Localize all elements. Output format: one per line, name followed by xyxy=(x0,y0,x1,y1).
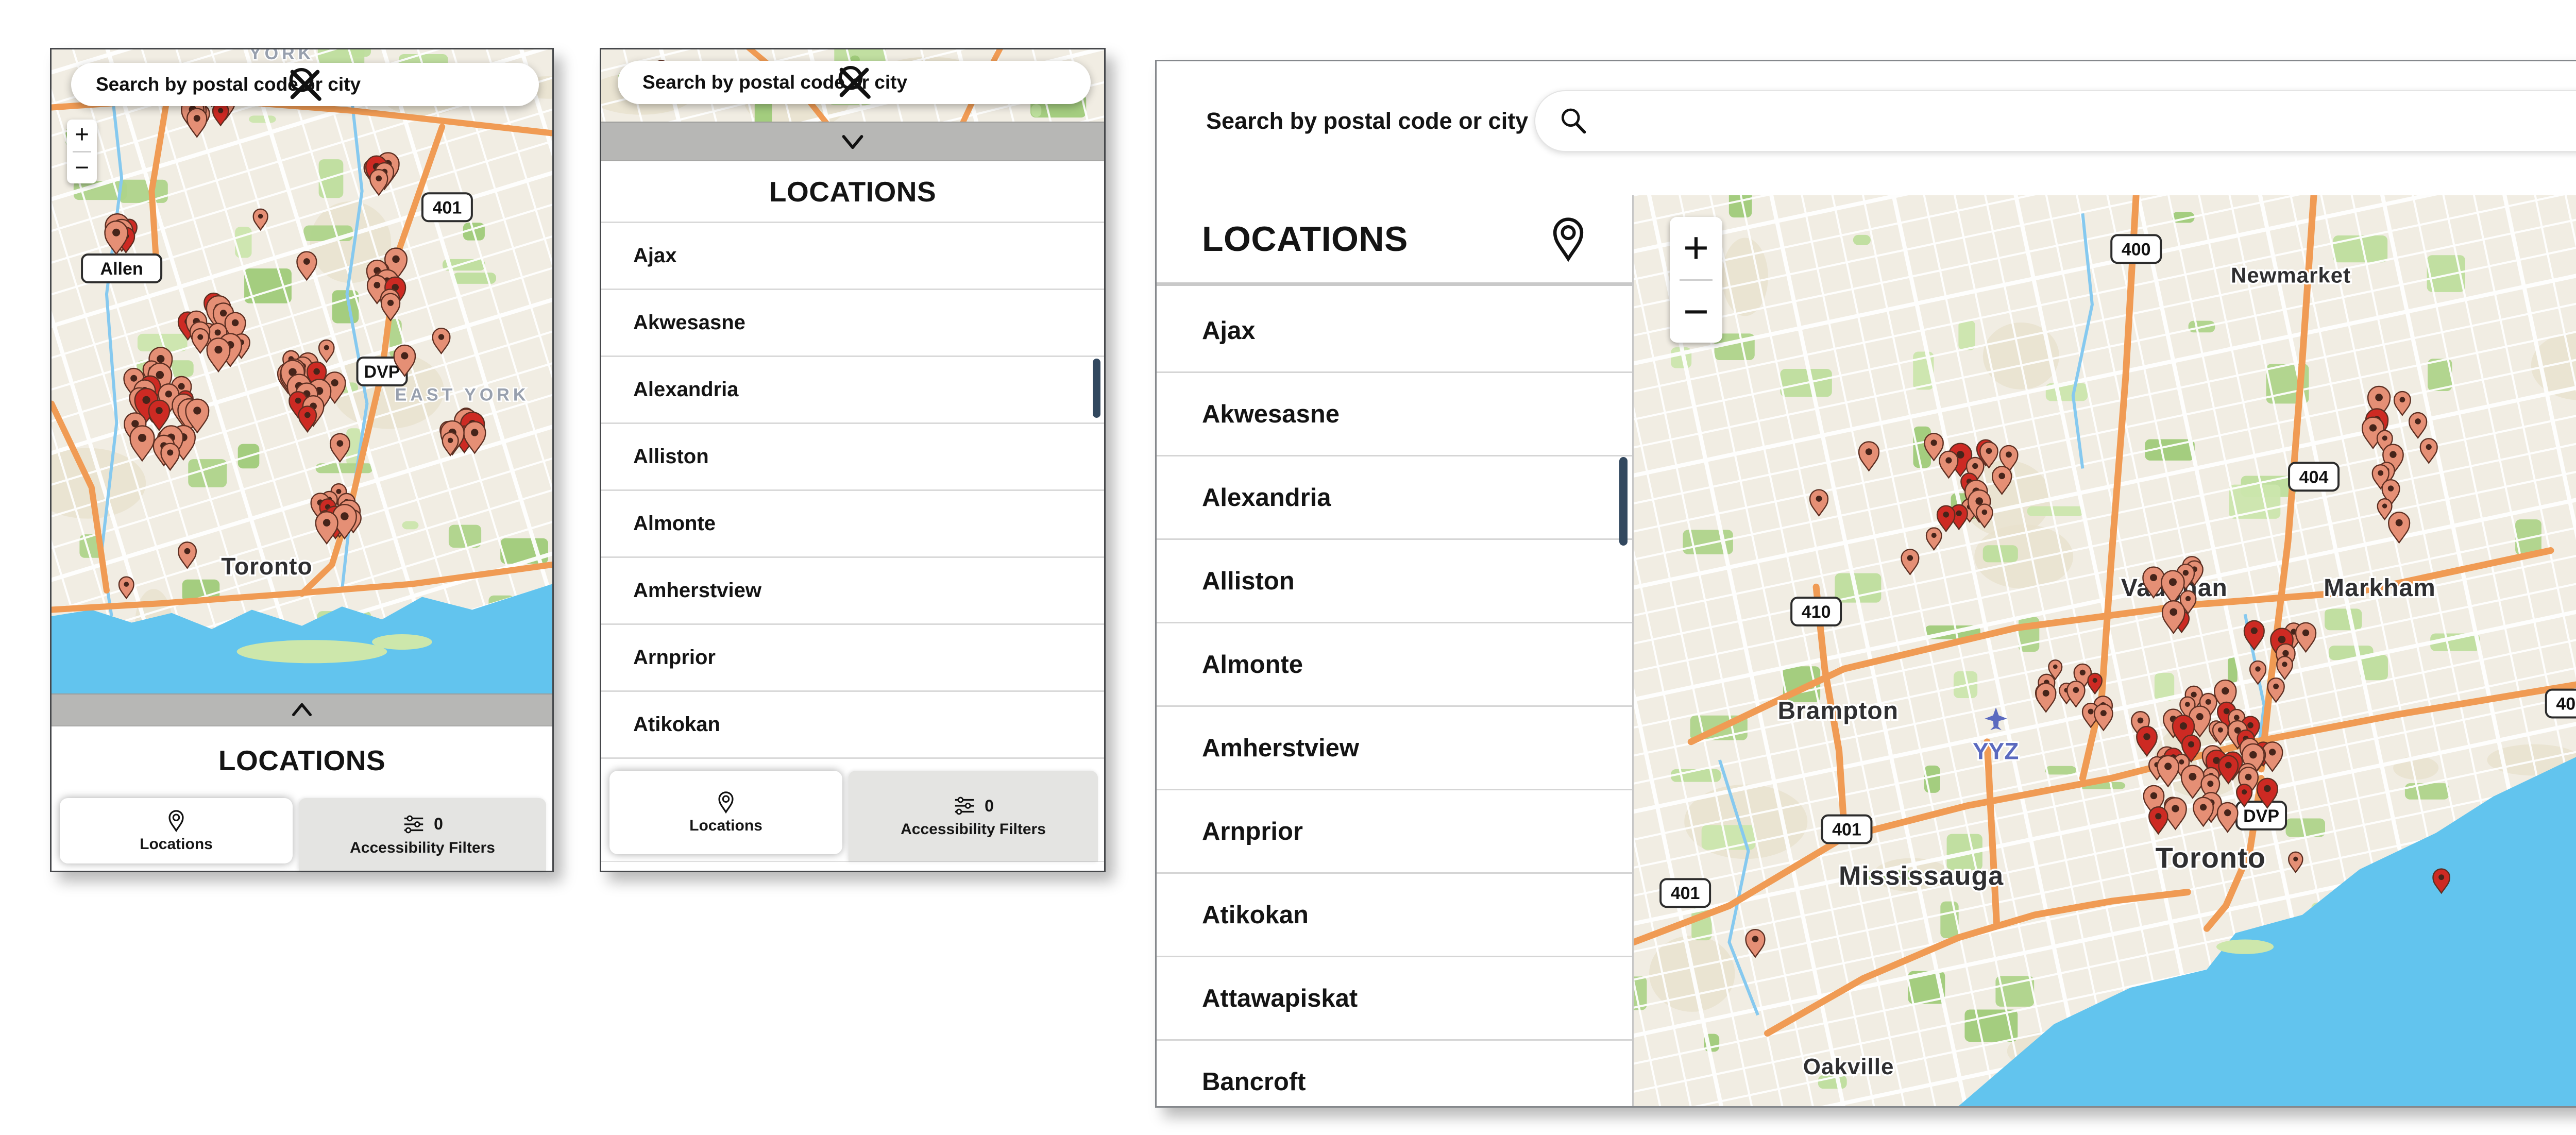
svg-text:Toronto: Toronto xyxy=(221,553,312,580)
scrollbar-thumb[interactable] xyxy=(1619,457,1628,546)
road-badge: 401 xyxy=(422,193,472,221)
tab-locations[interactable]: Locations xyxy=(609,771,842,854)
drawer-expand-handle[interactable] xyxy=(52,693,552,726)
tab-locations[interactable]: Locations xyxy=(60,798,293,863)
search-bar-area: Search by postal code or city xyxy=(1157,61,2576,195)
chevron-up-icon xyxy=(287,696,316,724)
svg-text:404: 404 xyxy=(2299,467,2329,487)
scrollbar-thumb[interactable] xyxy=(1093,359,1100,418)
drawer-collapse-handle[interactable] xyxy=(601,122,1104,161)
city-list-item[interactable]: Alliston xyxy=(601,422,1104,489)
svg-text:Allen: Allen xyxy=(100,259,143,279)
sidebar-header: LOCATIONS xyxy=(1157,195,1632,286)
tab-label: Locations xyxy=(140,836,213,853)
city-list-item[interactable]: Bancroft xyxy=(601,757,1104,767)
location-pin-icon xyxy=(1545,215,1592,263)
svg-text:401: 401 xyxy=(1832,820,1861,840)
svg-text:YYZ: YYZ xyxy=(1973,737,2019,764)
sidebar-title: LOCATIONS xyxy=(1202,219,1408,259)
road-badge: 410 xyxy=(1791,598,1841,625)
road-badge: 401 xyxy=(1822,816,1871,843)
mobile-map-panel: YORK EAST YORK Toronto Allen 401 DVP Search b… xyxy=(50,48,554,872)
svg-text:Markham: Markham xyxy=(2324,574,2436,602)
road-badge: 400 xyxy=(2111,235,2161,263)
filters-count: 0 xyxy=(434,815,443,834)
tab-label: Locations xyxy=(689,817,762,835)
city-list-item[interactable]: Alexandria xyxy=(601,355,1104,422)
search-input[interactable]: Search by postal code or city xyxy=(618,61,1091,104)
search-icon xyxy=(1557,105,1590,138)
svg-text:Mississauga: Mississauga xyxy=(1839,861,2004,891)
map-mobile-sliver[interactable]: Search by postal code or city xyxy=(601,49,1104,122)
tab-label: Accessibility Filters xyxy=(901,821,1046,838)
search-input[interactable]: Search by postal code or city xyxy=(71,63,539,106)
city-list-item[interactable]: Arnprior xyxy=(601,623,1104,690)
city-list-item[interactable]: Attawapiskat xyxy=(1157,957,1632,1041)
zoom-out-button[interactable]: − xyxy=(67,153,97,184)
zoom-in-button[interactable]: + xyxy=(67,120,97,151)
map-zoom-control: + − xyxy=(1670,217,1722,343)
chevron-down-icon xyxy=(837,126,868,157)
svg-text:Brampton: Brampton xyxy=(1777,698,1899,725)
sliders-icon xyxy=(402,812,426,836)
city-list-item[interactable]: Amherstview xyxy=(1157,707,1632,790)
city-list-item[interactable]: Akwesasne xyxy=(601,289,1104,355)
svg-text:DVP: DVP xyxy=(364,362,400,382)
city-list-item[interactable]: Ajax xyxy=(601,222,1104,289)
tab-accessibility-filters[interactable]: 0 Accessibility Filters xyxy=(299,798,546,871)
svg-text:400: 400 xyxy=(2122,240,2151,259)
city-list-item[interactable]: Atikokan xyxy=(601,690,1104,757)
filters-count: 0 xyxy=(985,797,994,816)
city-list-item[interactable]: Almonte xyxy=(601,489,1104,556)
city-list-item[interactable]: Akwesasne xyxy=(1157,373,1632,456)
locations-sidebar: LOCATIONS AjaxAkwesasneAlexandriaAllisto… xyxy=(1157,195,1634,1106)
city-list: AjaxAkwesasneAlexandriaAllistonAlmonteAm… xyxy=(601,222,1104,767)
city-list-item[interactable]: Alexandria xyxy=(1157,456,1632,540)
mobile-list-panel: Search by postal code or city LOCATIONS … xyxy=(600,48,1106,872)
city-list: AjaxAkwesasneAlexandriaAllistonAlmonteAm… xyxy=(1157,290,1632,1106)
search-input[interactable] xyxy=(1534,90,2576,152)
svg-text:401: 401 xyxy=(433,198,462,217)
bottom-tab-bar: Locations 0 Accessibility Filters xyxy=(52,794,552,871)
map-desktop[interactable]: NewmarketVaughanMarkhamBramptonYYZMissis… xyxy=(1634,195,2576,1106)
city-list-item[interactable]: Arnprior xyxy=(1157,790,1632,874)
desktop-panel: Search by postal code or city LOCATIONS … xyxy=(1155,60,2576,1108)
svg-text:401: 401 xyxy=(2556,694,2576,714)
svg-text:DVP: DVP xyxy=(2243,806,2279,826)
locations-list-title: LOCATIONS xyxy=(601,161,1104,222)
city-list-item[interactable]: Amherstview xyxy=(601,556,1104,623)
road-badge: Allen xyxy=(82,255,161,282)
city-list-item[interactable]: Bancroft xyxy=(1157,1041,1632,1106)
city-list-item[interactable]: Atikokan xyxy=(1157,874,1632,957)
bottom-tab-bar: Locations 0 Accessibility Filters xyxy=(601,767,1104,862)
zoom-in-button[interactable]: + xyxy=(1670,217,1722,279)
svg-text:YORK: YORK xyxy=(249,49,314,63)
map-canvas[interactable]: NewmarketVaughanMarkhamBramptonYYZMissis… xyxy=(1634,195,2576,1106)
zoom-out-button[interactable]: − xyxy=(1670,281,1722,343)
city-list-item[interactable]: Alliston xyxy=(1157,540,1632,623)
search-label: Search by postal code or city xyxy=(1206,90,1528,152)
locations-drawer-title: LOCATIONS xyxy=(52,726,552,794)
tab-accessibility-filters[interactable]: 0 Accessibility Filters xyxy=(849,771,1098,861)
city-list-item[interactable]: Almonte xyxy=(1157,623,1632,707)
road-badge: 401 xyxy=(1660,879,1710,907)
road-badge: 404 xyxy=(2289,463,2338,490)
svg-text:EAST YORK: EAST YORK xyxy=(395,385,530,404)
city-list-item[interactable]: Ajax xyxy=(1157,290,1632,373)
svg-text:Oakville: Oakville xyxy=(1803,1054,1894,1079)
map-canvas[interactable]: YORK EAST YORK Toronto Allen 401 DVP xyxy=(52,49,552,693)
road-badge: 401 xyxy=(2546,690,2576,718)
svg-text:401: 401 xyxy=(1671,884,1700,903)
svg-text:Toronto: Toronto xyxy=(2156,841,2266,874)
tab-label: Accessibility Filters xyxy=(350,839,495,857)
location-pin-icon xyxy=(164,809,188,833)
map-zoom-control: + − xyxy=(67,120,97,183)
location-pin-icon xyxy=(714,790,738,814)
map-mobile[interactable]: YORK EAST YORK Toronto Allen 401 DVP Search b… xyxy=(52,49,552,693)
sliders-icon xyxy=(953,794,976,818)
svg-text:Newmarket: Newmarket xyxy=(2231,263,2351,287)
svg-text:410: 410 xyxy=(1802,602,1831,622)
